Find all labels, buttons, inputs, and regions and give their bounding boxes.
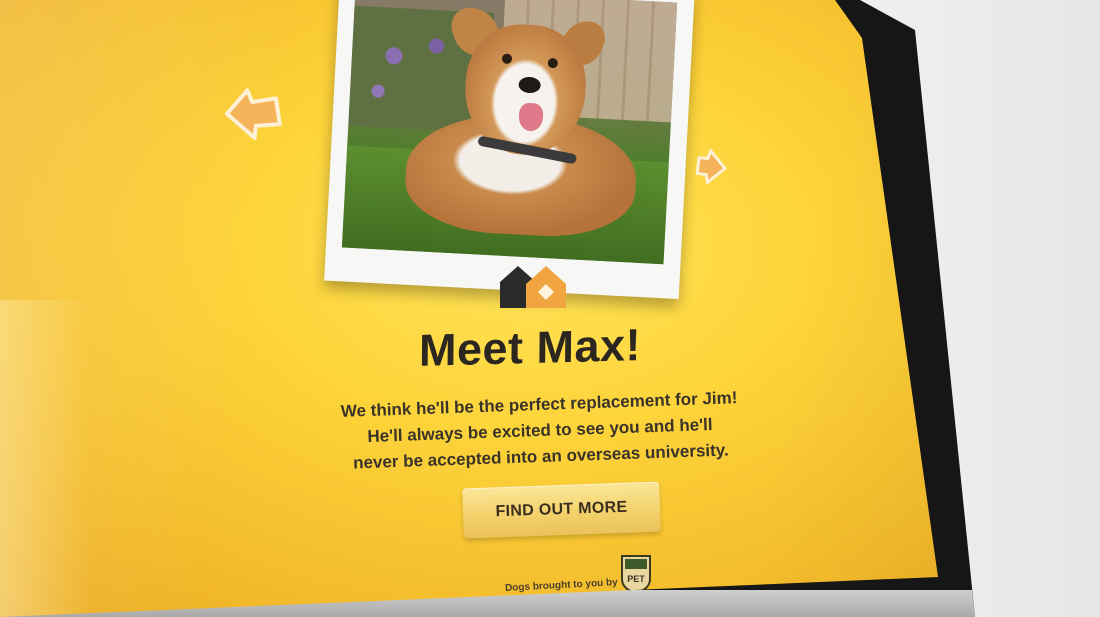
arrow-left-icon — [224, 88, 282, 140]
house-logo-icon — [498, 262, 570, 310]
dog-photo — [341, 0, 678, 265]
previous-button[interactable] — [221, 84, 285, 144]
pet-shield-badge-icon[interactable]: PET — [619, 553, 653, 595]
screen-glare — [0, 300, 90, 617]
find-out-more-button[interactable]: FIND OUT MORE — [462, 481, 661, 539]
dog-photo-frame — [324, 0, 695, 300]
badge-text: PET — [627, 574, 645, 584]
scene: Meet Max! We think he'll be the perfect … — [0, 0, 1100, 617]
arrow-right-icon — [695, 149, 727, 185]
dog-description: We think he'll be the perfect replacemen… — [329, 385, 751, 478]
next-button[interactable] — [693, 145, 731, 188]
page-title: Meet Max! — [418, 319, 642, 376]
